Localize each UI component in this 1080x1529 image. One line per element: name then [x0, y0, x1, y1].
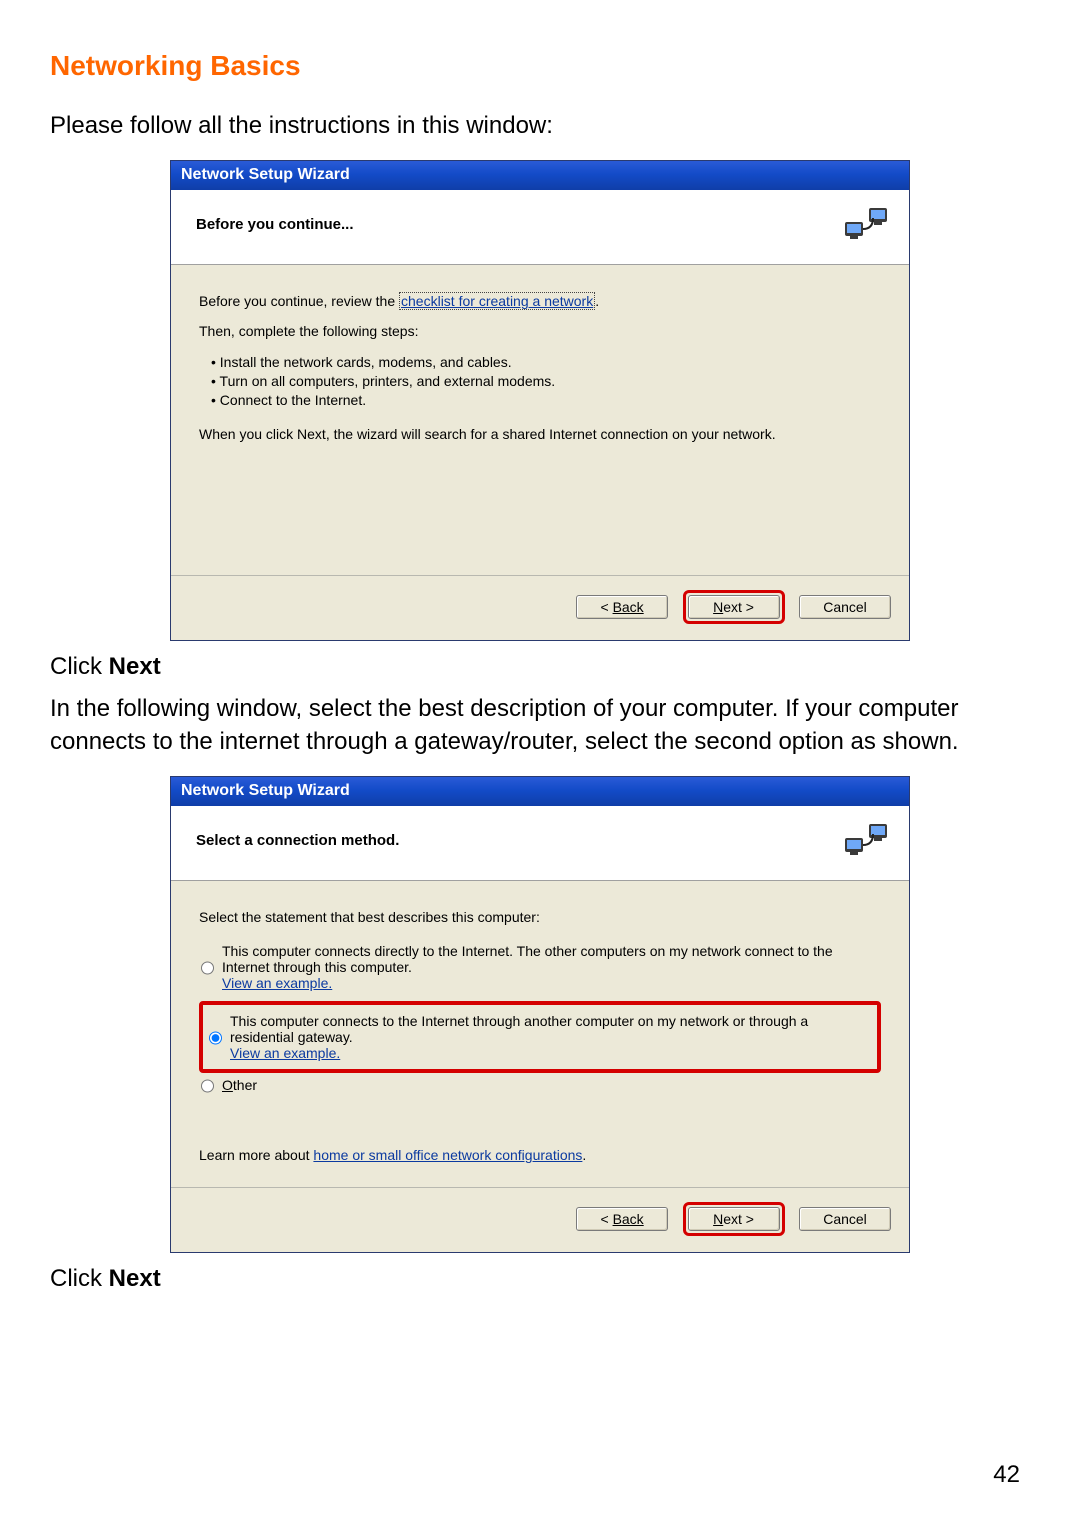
radio-text: This computer connects to the Internet t…: [230, 1013, 871, 1061]
button-bar: < Back Next > Cancel: [171, 1187, 909, 1252]
step-item: Turn on all computers, printers, and ext…: [211, 372, 881, 391]
radio-option-direct[interactable]: This computer connects directly to the I…: [199, 939, 881, 995]
cancel-button[interactable]: Cancel: [799, 595, 891, 619]
wizard-content: Before you continue, review the checklis…: [171, 265, 909, 575]
click-next-2: Click Next: [50, 1265, 1030, 1293]
network-icon: [843, 820, 891, 860]
after-line: When you click Next, the wizard will sea…: [199, 426, 881, 442]
wizard-banner: Select a connection method.: [171, 806, 909, 881]
click-next-bold: Next: [109, 653, 161, 680]
click-next-prefix: Click: [50, 653, 109, 680]
wizard-banner: Before you continue...: [171, 190, 909, 265]
prompt-text: Select the statement that best describes…: [199, 909, 881, 925]
network-icon: [843, 204, 891, 244]
radio-label: This computer connects directly to the I…: [222, 943, 879, 975]
page-heading: Networking Basics: [50, 50, 1030, 82]
wizard-window-connection-method: Network Setup Wizard Select a connection…: [170, 776, 910, 1253]
then-line: Then, complete the following steps:: [199, 323, 881, 339]
radio-label: ther: [233, 1077, 257, 1093]
learn-more-link[interactable]: home or small office network configurati…: [313, 1147, 582, 1163]
titlebar: Network Setup Wizard: [171, 777, 909, 806]
next-button-highlight: Next >: [683, 590, 785, 624]
radio-input-gateway[interactable]: [209, 1015, 222, 1061]
titlebar: Network Setup Wizard: [171, 161, 909, 190]
radio-input-direct[interactable]: [201, 945, 214, 991]
button-bar: < Back Next > Cancel: [171, 575, 909, 640]
radio-option-gateway-highlight: This computer connects to the Internet t…: [199, 1001, 881, 1073]
next-button-highlight: Next >: [683, 1202, 785, 1236]
back-button[interactable]: < Back: [576, 595, 668, 619]
next-button-label: ext >: [723, 1211, 754, 1227]
intro-text: Please follow all the instructions in th…: [50, 110, 1030, 142]
page-number: 42: [993, 1461, 1020, 1489]
view-example-link[interactable]: View an example.: [230, 1045, 340, 1061]
cancel-button[interactable]: Cancel: [799, 1207, 891, 1231]
radio-label: This computer connects to the Internet t…: [230, 1013, 871, 1045]
wizard-window-before-continue: Network Setup Wizard Before you continue…: [170, 160, 910, 641]
wizard-subtitle: Select a connection method.: [196, 832, 399, 849]
back-button-label: Back: [613, 599, 644, 615]
review-line-prefix: Before you continue, review the: [199, 293, 399, 309]
click-next-bold: Next: [109, 1265, 161, 1292]
next-button[interactable]: Next >: [688, 595, 780, 619]
back-button-label: Back: [613, 1211, 644, 1227]
next-button[interactable]: Next >: [688, 1207, 780, 1231]
para-2: In the following window, select the best…: [50, 693, 1030, 758]
wizard-subtitle: Before you continue...: [196, 216, 354, 233]
back-button[interactable]: < Back: [576, 1207, 668, 1231]
steps-list: Install the network cards, modems, and c…: [199, 353, 881, 410]
click-next-1: Click Next: [50, 653, 1030, 681]
learn-more-prefix: Learn more about: [199, 1147, 313, 1163]
review-line: Before you continue, review the checklis…: [199, 293, 881, 309]
radio-input-other[interactable]: [201, 1079, 214, 1093]
wizard-content: Select the statement that best describes…: [171, 881, 909, 1187]
view-example-link[interactable]: View an example.: [222, 975, 332, 991]
step-item: Connect to the Internet.: [211, 391, 881, 410]
learn-more-line: Learn more about home or small office ne…: [199, 1147, 881, 1163]
next-button-label: ext >: [723, 599, 754, 615]
click-next-prefix: Click: [50, 1265, 109, 1292]
radio-text: Other: [222, 1077, 879, 1093]
radio-option-gateway[interactable]: This computer connects to the Internet t…: [207, 1009, 873, 1065]
radio-option-other[interactable]: Other: [199, 1073, 881, 1097]
checklist-link[interactable]: checklist for creating a network: [399, 292, 595, 310]
radio-text: This computer connects directly to the I…: [222, 943, 879, 991]
step-item: Install the network cards, modems, and c…: [211, 353, 881, 372]
